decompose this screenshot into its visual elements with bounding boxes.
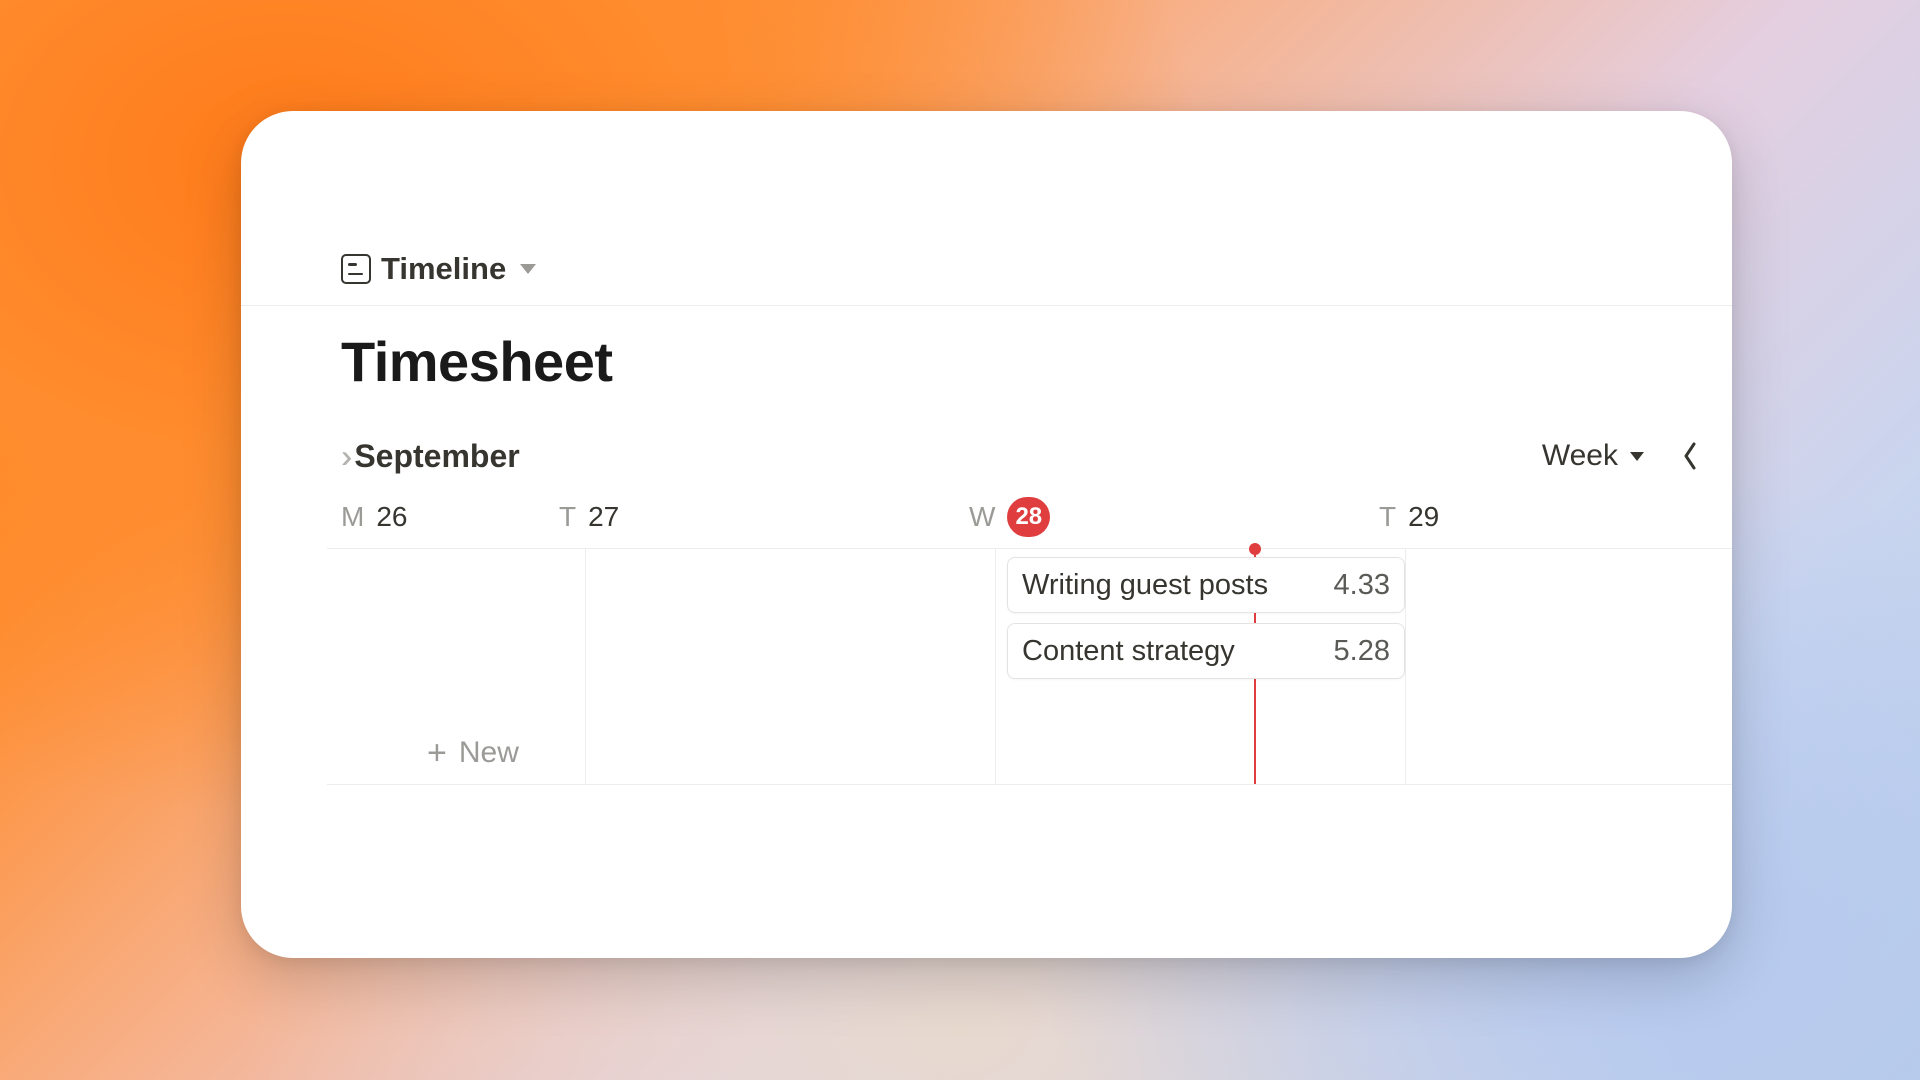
entry-value: 4.33 (1334, 569, 1390, 602)
grid-line (585, 549, 586, 784)
page-title: Timesheet (341, 329, 612, 394)
timeline-month: September (354, 438, 519, 475)
day-headers: M 26 T 27 W 28 T 29 (241, 489, 1732, 544)
expand-icon[interactable]: ›› (341, 440, 342, 472)
plus-icon: + (427, 736, 447, 770)
new-entry-button[interactable]: + New (427, 736, 519, 770)
day-of-week: T (1379, 501, 1396, 533)
timeline-icon (341, 254, 371, 284)
day-header: W 28 (909, 489, 1319, 544)
timeline-entry[interactable]: Content strategy 5.28 (1007, 623, 1405, 679)
day-number: 26 (376, 501, 407, 533)
day-of-week: T (559, 501, 576, 533)
timeline-entry[interactable]: Writing guest posts 4.33 (1007, 557, 1405, 613)
today-badge: 28 (1007, 497, 1050, 537)
background: Timeline Timesheet ›› September Week M 2… (0, 0, 1920, 1080)
view-tab-timeline[interactable]: Timeline (341, 251, 536, 287)
view-tabs-row: Timeline (241, 111, 1732, 306)
day-of-week: W (969, 501, 995, 533)
chevron-left-icon (1682, 442, 1698, 470)
day-header: T 29 (1319, 489, 1732, 544)
now-indicator-dot (1249, 543, 1261, 555)
range-selector[interactable]: Week (1542, 439, 1644, 473)
app-card: Timeline Timesheet ›› September Week M 2… (241, 111, 1732, 958)
grid-line (995, 549, 996, 784)
chevron-down-icon (1630, 452, 1644, 461)
entry-title: Content strategy (1022, 635, 1235, 668)
new-entry-label: New (459, 736, 519, 770)
day-header: M 26 (241, 489, 499, 544)
day-header: T 27 (499, 489, 909, 544)
entry-value: 5.28 (1334, 635, 1390, 668)
day-number: 27 (588, 501, 619, 533)
range-selector-label: Week (1542, 439, 1618, 473)
prev-button[interactable] (1668, 434, 1712, 478)
chevron-down-icon (520, 264, 536, 274)
day-of-week: M (341, 501, 364, 533)
timeline-grid: Writing guest posts 4.33 Content strateg… (327, 548, 1732, 785)
grid-line (1405, 549, 1406, 784)
view-tab-label: Timeline (381, 251, 506, 287)
timeline-toolbar: ›› September Week (341, 431, 1732, 481)
day-number: 29 (1408, 501, 1439, 533)
entry-title: Writing guest posts (1022, 569, 1268, 602)
